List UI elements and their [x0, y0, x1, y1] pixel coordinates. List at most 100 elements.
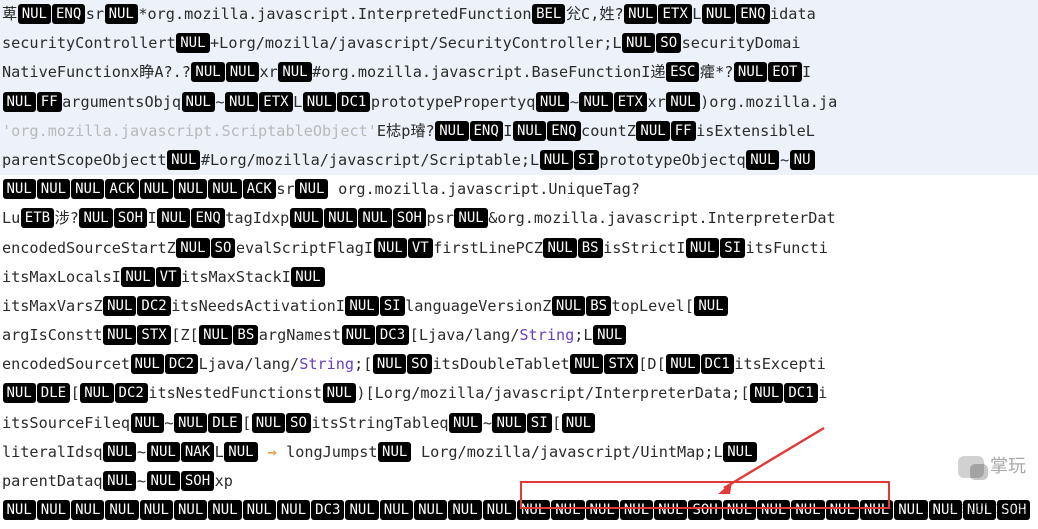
text-token: L [692, 5, 701, 23]
text-token: countZ [581, 122, 636, 140]
control-char: NUL [380, 500, 413, 520]
control-char: NUL [199, 325, 232, 345]
control-char: ETB [21, 208, 54, 228]
control-char: ETX [614, 92, 647, 112]
text-token: 萆 [2, 5, 17, 23]
text-token: +Lorg/mozilla/javascript/SecurityControl… [210, 34, 621, 52]
code-line: encodedSourcetNULDC2Ljava/lang/String;[N… [0, 350, 1038, 379]
control-char: NUL [513, 121, 546, 141]
keyword-token: String [519, 326, 574, 344]
text-token: org.mozilla.javascript.UniqueTag? [329, 180, 640, 198]
control-char: NUL [243, 500, 276, 520]
text-token: 涉? [55, 209, 79, 227]
control-char: VT [408, 238, 433, 258]
text-token: [ [242, 414, 251, 432]
text-token: ~ [483, 414, 492, 432]
control-char: NU [790, 150, 815, 170]
text-token: itsMaxLocalsI [2, 268, 121, 286]
text-token: argIsConstt [2, 326, 103, 344]
keyword-token: String [299, 355, 354, 373]
control-char: NUL [694, 296, 727, 316]
control-char: NUL [342, 325, 375, 345]
text-token: Lorg/mozilla/javascript/UintMap;L [412, 443, 723, 461]
control-char: NUL [174, 413, 207, 433]
code-line: itsSourceFileqNUL~NULDLE[NULSOitsStringT… [0, 409, 1038, 438]
control-char: NUL [176, 33, 209, 53]
text-token: #Lorg/mozilla/javascript/Scriptable;L [201, 151, 539, 169]
control-char: NUL [278, 62, 311, 82]
text-token: prototypePropertyq [371, 93, 536, 111]
control-char: ENQ [52, 4, 85, 24]
control-char: NUL [624, 4, 657, 24]
text-token: securityDomai [682, 34, 801, 52]
text-token: NativeFunctionx睁A?.? [2, 63, 191, 81]
control-char: NUL [636, 121, 669, 141]
text-token: ~ [137, 443, 146, 461]
text-token: itsMaxVarsZ [2, 297, 103, 315]
text-token: itsFuncti [746, 239, 828, 257]
control-char: SOH [688, 500, 721, 520]
control-char: NUL [723, 442, 756, 462]
control-char: DC2 [115, 383, 148, 403]
control-char: SOH [393, 208, 426, 228]
control-char: NUL [666, 92, 699, 112]
control-char: SOH [114, 208, 147, 228]
control-char: SO [656, 33, 681, 53]
control-char: NUL [552, 296, 585, 316]
control-char: NUL [686, 238, 719, 258]
control-char: VT [156, 267, 181, 287]
text-token: firstLinePCZ [433, 239, 543, 257]
control-char: NUL [208, 179, 241, 199]
control-char: DC3 [311, 500, 344, 520]
control-char: NUL [543, 238, 576, 258]
text-token: [Ljava/lang/ [410, 326, 520, 344]
text-token: itsNestedFunctionst [148, 384, 322, 402]
text-token: ~ [570, 93, 579, 111]
control-char: NUL [551, 500, 584, 520]
control-char: NUL [71, 179, 104, 199]
code-line: literalIdsqNUL~NULNAKLNUL→longJumpstNUL … [0, 438, 1038, 467]
control-char: NUL [358, 208, 391, 228]
control-char: NUL [3, 500, 36, 520]
control-char: NUL [224, 442, 257, 462]
control-char: NUL [757, 500, 790, 520]
text-token: L [215, 443, 224, 461]
control-char: BEL [532, 4, 565, 24]
control-char: NUL [140, 500, 173, 520]
control-char: NAK [181, 442, 214, 462]
control-char: NUL [131, 354, 164, 374]
control-char: NUL [593, 325, 626, 345]
control-char: NUL [622, 33, 655, 53]
control-char: ESC [666, 62, 699, 82]
control-char: NUL [105, 500, 138, 520]
text-token: )org.mozilla.ja [700, 93, 837, 111]
text-token: longJumpst [286, 443, 377, 461]
control-char: SOH [181, 471, 214, 491]
control-char: BS [586, 296, 611, 316]
control-char: SI [527, 413, 552, 433]
text-token: argumentsObjq [62, 93, 181, 111]
control-char: DLE [37, 383, 70, 403]
control-char: NUL [226, 62, 259, 82]
code-line: NULNULNULACKNULNULNULACKsrNUL org.mozill… [0, 175, 1038, 204]
control-char: NUL [860, 500, 893, 520]
code-line: ?uNULSTX[ZW?DC4竇?NULNULxpNULNULNULNULurN… [0, 525, 1038, 529]
text-token: E梽p璿? [377, 122, 435, 140]
text-token: 兊C,姓? [566, 5, 624, 23]
control-char: NUL [345, 296, 378, 316]
text-token: parentDataq [2, 472, 103, 490]
control-char: NUL [929, 500, 962, 520]
text-token: Lu [2, 209, 20, 227]
control-char: NUL [3, 383, 36, 403]
control-char: NUL [536, 92, 569, 112]
control-char: NUL [140, 179, 173, 199]
control-char: DC1 [337, 92, 370, 112]
text-token: prototypeObjectq [599, 151, 745, 169]
control-char: NUL [174, 179, 207, 199]
control-char: NUL [666, 354, 699, 374]
text-token: encodedSourceStartZ [2, 239, 176, 257]
control-char: NUL [121, 267, 154, 287]
control-char: NUL [252, 413, 285, 433]
code-line: 萆NULENQsrNUL*org.mozilla.javascript.Inte… [0, 0, 1038, 29]
text-token: ~ [215, 93, 224, 111]
